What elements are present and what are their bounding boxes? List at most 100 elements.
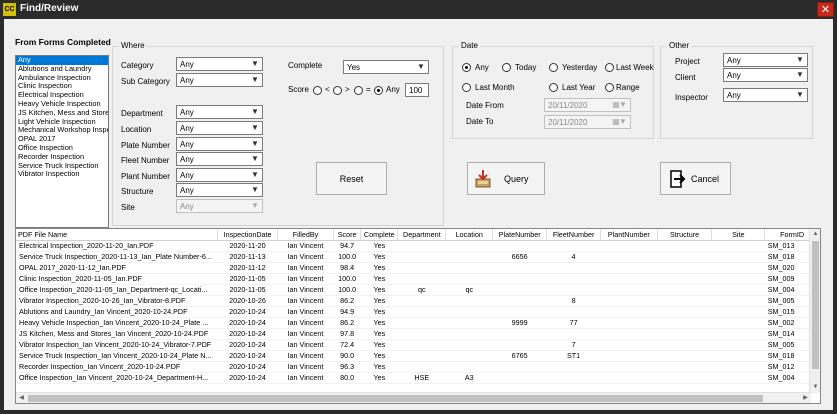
table-row[interactable]: JS Kitchen, Mess and Stores_Ian Vincent_… — [16, 328, 820, 340]
reset-button[interactable]: Reset — [316, 162, 387, 195]
table-row[interactable]: Office Inspection_Ian Vincent_2020-10-24… — [16, 372, 820, 384]
table-cell: Yes — [360, 350, 398, 362]
forms-list-item[interactable]: JS Kitchen, Mess and Stores — [16, 109, 108, 118]
table-cell — [600, 306, 658, 318]
date-today-radio[interactable] — [502, 63, 511, 72]
date-last-month-radio[interactable] — [462, 83, 471, 92]
scroll-right-icon[interactable]: ▶ — [800, 393, 811, 403]
table-cell — [397, 240, 446, 252]
table-row[interactable]: Recorder Inspection_Ian Vincent_2020-10-… — [16, 361, 820, 373]
table-cell — [397, 273, 446, 285]
scroll-left-icon[interactable]: ◀ — [16, 393, 27, 403]
date-any-radio[interactable] — [462, 63, 471, 72]
table-row[interactable]: Office Inspection_2020-11-05_Ian_Departm… — [16, 284, 820, 296]
table-cell: Service Truck Inspection_2020-11-13_Ian_… — [16, 251, 218, 263]
vertical-scrollbar[interactable]: ▲ ▼ — [809, 229, 820, 393]
date-last-week-radio[interactable] — [605, 63, 614, 72]
chevron-down-icon: ▼ — [417, 62, 425, 71]
column-header[interactable]: Site — [711, 229, 766, 241]
forms-list-item[interactable]: Light Vehicle Inspection — [16, 118, 108, 127]
inspector-dropdown[interactable]: Any ▼ — [723, 88, 808, 102]
table-cell: 2020-10-24 — [217, 361, 278, 373]
table-row[interactable]: Service Truck Inspection_2020-11-13_Ian_… — [16, 251, 820, 263]
table-cell — [657, 295, 712, 307]
column-header[interactable]: PlateNumber — [492, 229, 548, 241]
inspector-value: Any — [727, 91, 741, 100]
structure-dropdown[interactable]: Any ▼ — [176, 183, 263, 197]
table-cell — [711, 339, 765, 351]
table-row[interactable]: Electrical Inspection_2020-11-20_Ian.PDF… — [16, 240, 820, 252]
date-yesterday-radio[interactable] — [549, 63, 558, 72]
date-range-radio[interactable] — [605, 83, 614, 92]
date-yesterday-label: Yesterday — [562, 63, 598, 72]
table-row[interactable]: Heavy Vehicle Inspection_Ian Vincent_202… — [16, 317, 820, 329]
score-gt-radio[interactable] — [333, 86, 342, 95]
forms-list-item[interactable]: Electrical Inspection — [16, 91, 108, 100]
close-icon[interactable]: ✕ — [817, 2, 834, 17]
scroll-down-icon[interactable]: ▼ — [810, 382, 820, 393]
cancel-button[interactable]: Cancel — [660, 162, 731, 195]
forms-list-item[interactable]: Office Inspection — [16, 144, 108, 153]
table-row[interactable]: Clinic Inspection_2020-11-05_Ian.PDF 2020… — [16, 273, 820, 285]
column-header[interactable]: InspectionDate — [217, 229, 279, 241]
column-header[interactable]: Score — [333, 229, 362, 241]
forms-list-item[interactable]: Clinic Inspection — [16, 82, 108, 91]
horizontal-scrollbar[interactable]: ◀ ▶ — [16, 392, 811, 403]
table-cell — [600, 251, 658, 263]
score-input[interactable]: 100 — [405, 83, 429, 97]
column-header[interactable]: PlantNumber — [600, 229, 658, 241]
column-header[interactable]: Structure — [657, 229, 713, 241]
forms-list-item[interactable]: Ablutions and Laundry — [16, 65, 108, 74]
complete-dropdown[interactable]: Yes ▼ — [343, 60, 429, 74]
project-dropdown[interactable]: Any ▼ — [723, 53, 808, 67]
table-row[interactable]: Vibrator Inspection_2020-10-26_Ian_Vibra… — [16, 295, 820, 307]
column-header[interactable]: PDF File Name — [16, 229, 219, 241]
table-row[interactable]: Ablutions and Laundry_Ian Vincent_2020-1… — [16, 306, 820, 318]
forms-list-item[interactable]: OPAL 2017 — [16, 135, 108, 144]
date-any-label: Any — [475, 63, 489, 72]
table-cell — [657, 251, 712, 263]
score-lt-radio[interactable] — [313, 86, 322, 95]
category-dropdown[interactable]: Any ▼ — [176, 57, 263, 71]
scroll-up-icon[interactable]: ▲ — [810, 229, 820, 240]
table-cell: Yes — [360, 240, 398, 252]
table-cell: 2020-10-24 — [217, 317, 278, 329]
forms-list-item[interactable]: Vibrator Inspection — [16, 170, 108, 179]
fleet-number-dropdown[interactable]: Any ▼ — [176, 152, 263, 166]
vertical-scroll-thumb[interactable] — [812, 241, 819, 369]
table-cell — [397, 262, 446, 274]
column-header[interactable]: Complete — [360, 229, 399, 241]
forms-list-item[interactable]: Mechanical Workshop Inspe — [16, 126, 108, 135]
forms-list-item[interactable]: Ambulance Inspection — [16, 74, 108, 83]
table-row[interactable]: Service Truck Inspection_Ian Vincent_202… — [16, 350, 820, 362]
forms-list-item[interactable]: Any — [16, 56, 108, 65]
results-grid[interactable]: PDF File Name InspectionDate FilledBy Score… — [15, 228, 821, 404]
column-header[interactable]: Department — [397, 229, 447, 241]
table-cell: 7 — [546, 339, 601, 351]
table-cell: 98.4 — [333, 262, 361, 274]
forms-list-item[interactable]: Recorder Inspection — [16, 153, 108, 162]
forms-list-item[interactable]: Heavy Vehicle Inspection — [16, 100, 108, 109]
client-dropdown[interactable]: Any ▼ — [723, 68, 808, 82]
date-from-label: Date From — [466, 101, 504, 110]
score-eq-radio[interactable] — [354, 86, 363, 95]
sub-category-dropdown[interactable]: Any ▼ — [176, 73, 263, 87]
table-cell: 72.4 — [333, 339, 361, 351]
column-header[interactable]: FleetNumber — [546, 229, 602, 241]
column-header[interactable]: FilledBy — [277, 229, 334, 241]
table-cell — [711, 284, 765, 296]
forms-list-item[interactable]: Service Truck Inspection — [16, 162, 108, 171]
department-dropdown[interactable]: Any ▼ — [176, 105, 263, 119]
forms-listbox[interactable]: Any Ablutions and Laundry Ambulance Inspec… — [15, 55, 109, 228]
table-row[interactable]: Vibrator Inspection_Ian Vincent_2020-10-… — [16, 339, 820, 351]
query-button[interactable]: Query — [467, 162, 545, 195]
date-last-year-radio[interactable] — [549, 83, 558, 92]
column-header[interactable]: Location — [445, 229, 494, 241]
plate-number-dropdown[interactable]: Any ▼ — [176, 137, 263, 151]
horizontal-scroll-thumb[interactable] — [28, 395, 763, 402]
table-cell: ST1 — [546, 350, 601, 362]
location-dropdown[interactable]: Any ▼ — [176, 121, 263, 135]
plant-number-dropdown[interactable]: Any ▼ — [176, 168, 263, 182]
score-any-radio[interactable] — [374, 86, 383, 95]
table-row[interactable]: OPAL 2017_2020-11-12_Ian.PDF 2020-11-12 Ia… — [16, 262, 820, 274]
